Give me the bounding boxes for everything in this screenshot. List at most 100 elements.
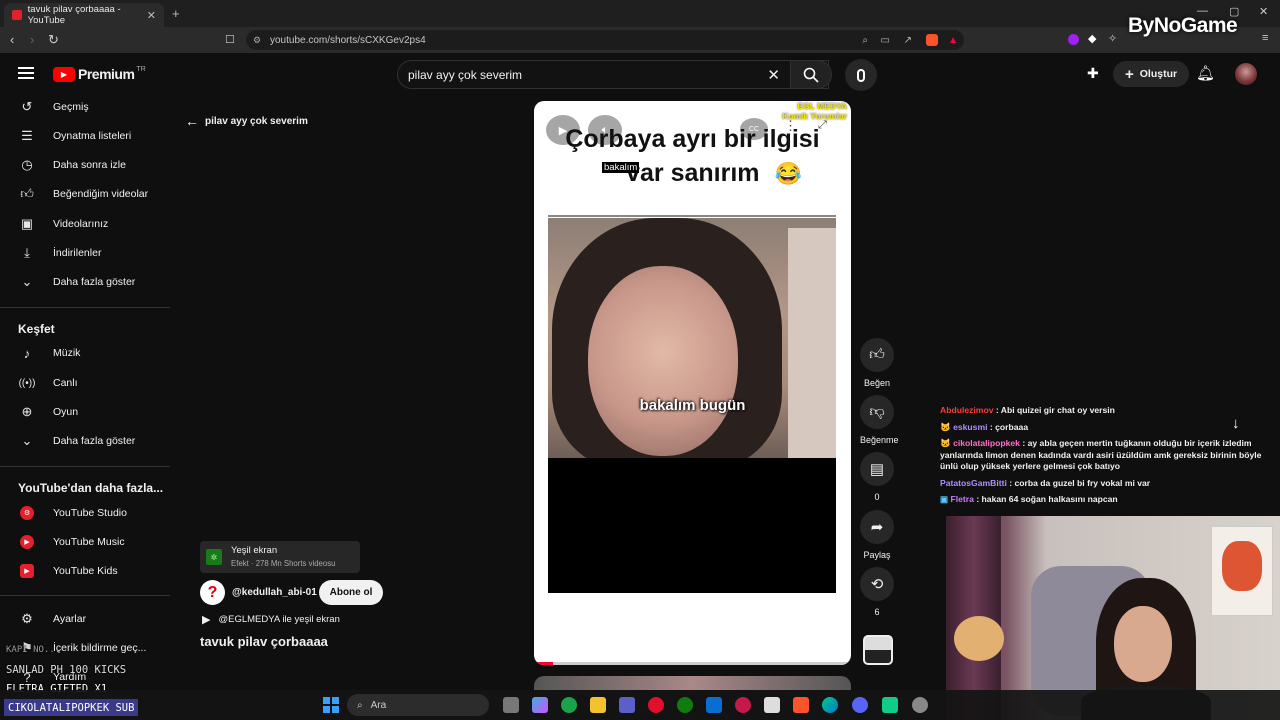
store-icon[interactable] (706, 697, 722, 713)
back-label: pilav ayy çok severim (205, 115, 308, 127)
subtitle-box: bakalım (602, 162, 640, 173)
teams-icon[interactable] (619, 697, 635, 713)
opera-icon[interactable] (648, 697, 664, 713)
sidebar-item-show-more[interactable]: ⌄ Daha fazla göster (0, 268, 172, 296)
search-input[interactable]: pilav ayy çok severim ✕ (397, 60, 829, 89)
like-button[interactable]: 👍︎ Beğen (860, 338, 894, 388)
taskbar-search[interactable]: ⌕ Ara (347, 694, 489, 716)
extensions-puzzle-icon[interactable]: ✧ (1108, 32, 1117, 45)
remix-icon: ⟲ (860, 567, 894, 601)
xbox-icon[interactable] (677, 697, 693, 713)
reload-icon[interactable]: ↻ (48, 32, 59, 48)
share-page-icon[interactable]: ↗ (904, 35, 912, 46)
create-button[interactable]: + Oluştur (1113, 61, 1190, 87)
sidebar-item-youtube-kids[interactable]: ▶ YouTube Kids (0, 557, 172, 585)
discord-icon[interactable] (852, 697, 868, 713)
voice-search-button[interactable] (845, 59, 877, 91)
tab-title: tavuk pilav çorbaaaa - YouTube (27, 4, 121, 26)
forward-nav-icon[interactable]: › (30, 32, 34, 47)
sound-label: @EGLMEDYA ile yeşil ekran (218, 614, 340, 625)
share-icon: ➦ (860, 510, 894, 544)
app-icon[interactable] (882, 697, 898, 713)
sidebar-item-watch-later[interactable]: ◷ Daha sonra izle (0, 151, 172, 179)
clear-search-icon[interactable]: ✕ (767, 66, 780, 84)
extension-icon[interactable] (1068, 34, 1079, 45)
menu-icon[interactable]: ≡ (1262, 32, 1268, 44)
media-icon[interactable] (735, 697, 751, 713)
thumbs-up-icon: 👍︎ (20, 186, 34, 201)
chat-message: PatatosGamBitti : corba da guzel bi fry … (940, 478, 1275, 490)
cast-icon[interactable]: ▭ (881, 35, 890, 46)
sound-thumbnail[interactable] (863, 635, 893, 665)
tab-close-icon[interactable]: ✕ (147, 9, 156, 22)
app-icon[interactable] (561, 697, 577, 713)
back-nav-icon[interactable]: ‹ (10, 32, 14, 47)
chat-user: eskusmi (953, 421, 988, 432)
dislike-button[interactable]: 👎︎ Beğenme (860, 395, 899, 445)
sidebar-item-downloads[interactable]: ⤓ İndirilenler (0, 239, 172, 267)
photos-icon[interactable] (764, 697, 780, 713)
windows-start-icon[interactable] (323, 697, 339, 713)
avatar[interactable] (1235, 63, 1257, 85)
dislike-label: Beğenme (860, 435, 899, 445)
more-from-youtube-heading: YouTube'dan daha fazla... (18, 481, 164, 495)
file-explorer-icon[interactable] (590, 697, 606, 713)
comments-button[interactable]: ▤ 0 (860, 452, 894, 502)
thumbs-down-icon: 👎︎ (860, 395, 894, 429)
window-close-icon[interactable]: ✕ (1259, 5, 1268, 18)
video-frame-border (548, 215, 836, 217)
share-button[interactable]: ➦ Paylaş (860, 510, 894, 560)
next-video-preview[interactable] (534, 676, 851, 690)
person-face (588, 266, 738, 456)
sidebar-item-youtube-music[interactable]: ▶ YouTube Music (0, 528, 172, 556)
create-video-icon[interactable]: ✚ (1087, 65, 1099, 82)
sidebar-item-gaming[interactable]: ⊕ Oyun (0, 398, 172, 426)
black-overlay (548, 458, 836, 593)
channel-avatar[interactable]: ? (200, 580, 225, 605)
effect-title: Yeşil ekran (231, 545, 278, 556)
channel-name[interactable]: @kedullah_abi-01 (232, 587, 317, 598)
chat-user: cikolatalipopkek (953, 438, 1020, 448)
copilot-icon[interactable] (532, 697, 548, 713)
stream-alert-line: SANLAD PH 100 KICKS (6, 664, 127, 676)
progress-bar[interactable] (534, 662, 851, 665)
video-caption-line1: Çorbaya ayrı bir ilgisi (565, 125, 820, 153)
sidebar-item-history[interactable]: ↺ Geçmiş (0, 93, 172, 121)
history-icon: ↺ (21, 99, 33, 114)
rewards-icon[interactable]: ▲ (948, 35, 958, 46)
sidebar-item-youtube-studio[interactable]: ⚙ YouTube Studio (0, 499, 172, 527)
browser-tab[interactable]: tavuk pilav çorbaaaa - YouTube ✕ (4, 3, 164, 27)
zoom-icon[interactable]: ⌕ (862, 35, 868, 46)
settings-icon[interactable] (912, 697, 928, 713)
edge-icon[interactable] (822, 697, 838, 713)
sidebar-item-show-more-explore[interactable]: ⌄ Daha fazla göster (0, 427, 172, 455)
brave-shield-icon[interactable] (926, 34, 938, 46)
sidebar-item-live[interactable]: ((•)) Canlı (0, 369, 172, 397)
search-button[interactable] (790, 60, 832, 89)
subscribe-button[interactable]: Abone ol (319, 580, 383, 605)
shorts-video-player[interactable]: EGL MEDYA Komik Yorumlar ▶ 🔈︎ CC ⋮ ⤢ Çor… (534, 101, 851, 665)
taskview-icon[interactable] (503, 697, 519, 713)
sidebar-item-music[interactable]: ♪ Müzik (0, 339, 172, 367)
remix-button[interactable]: ⟲ 6 (860, 567, 894, 617)
brave-icon[interactable] (793, 697, 809, 713)
new-tab-icon[interactable]: + (172, 6, 180, 21)
notifications-bell-icon[interactable]: 🔔︎ (1196, 64, 1215, 82)
effect-subtitle: Efekt · 278 Mn Shorts videosu (231, 559, 336, 568)
sound-link[interactable]: ▶ @EGLMEDYA ile yeşil ekran (202, 613, 340, 626)
cam-person-face (1114, 606, 1172, 682)
effect-chip[interactable]: ✲ Yeşil ekran Efekt · 278 Mn Shorts vide… (200, 541, 360, 573)
gamepad-icon: ⊕ (21, 404, 33, 419)
back-to-search-link[interactable]: ← pilav ayy çok severim (185, 113, 308, 129)
sidebar-item-playlists[interactable]: ☰ Oynatma listeleri (0, 122, 172, 150)
search-icon (803, 67, 819, 83)
extension-icon[interactable]: ◆ (1088, 32, 1096, 45)
sidebar-item-settings[interactable]: ⚙ Ayarlar (0, 605, 172, 633)
site-info-icon[interactable]: ⚙ (253, 35, 261, 46)
address-bar[interactable]: ⚙ youtube.com/shorts/sCXKGev2ps4 ⌕ ▭ ↗ ▲ (246, 30, 964, 50)
comment-icon: ▤ (860, 452, 894, 486)
bookmark-icon[interactable]: ☐ (225, 33, 235, 46)
like-label: Beğen (863, 378, 891, 388)
sidebar-item-your-videos[interactable]: ▣ Videolarınız (0, 210, 172, 238)
sidebar-item-liked-videos[interactable]: 👍︎ Beğendiğim videolar (0, 180, 172, 208)
